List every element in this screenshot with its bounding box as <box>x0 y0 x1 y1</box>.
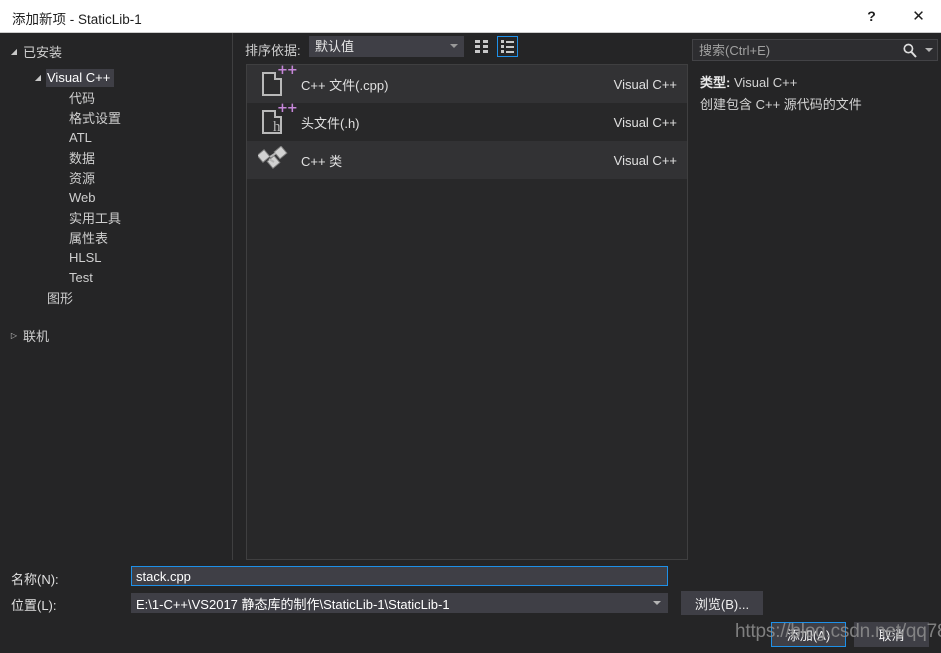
tile-view-icon[interactable] <box>471 36 492 57</box>
detail-type-value: Visual C++ <box>733 75 798 90</box>
tree-node-item[interactable]: Test <box>0 268 232 288</box>
tree-node-item[interactable]: 代码 <box>0 88 232 108</box>
search-box[interactable] <box>692 39 938 61</box>
tree-children-installed: ◢ Visual C++ 代码格式设置 ATL 数据资源 Web 实用工具属性表 HLSL Te… <box>0 68 232 308</box>
tree-node-item[interactable]: Web <box>0 188 232 208</box>
name-input[interactable] <box>131 566 668 586</box>
tree-node-label: 图形 <box>47 291 74 306</box>
tree-node-online[interactable]: ▷ 联机 <box>0 326 232 346</box>
search-icon[interactable] <box>901 42 919 60</box>
details-panel: 类型: Visual C++ 创建包含 C++ 源代码的文件 <box>689 33 941 560</box>
tree-node-label: Web <box>69 190 96 205</box>
tree-node-item[interactable]: HLSL <box>0 248 232 268</box>
cpp-file-icon: ++ <box>255 65 298 100</box>
tree-node-label: 实用工具 <box>69 211 122 226</box>
location-input[interactable] <box>136 594 636 612</box>
search-input[interactable] <box>699 40 889 60</box>
detail-type-label: 类型: <box>700 75 731 90</box>
tree-node-label: 属性表 <box>69 231 109 246</box>
cpp-class-icon <box>255 144 293 176</box>
tree-node-label: 代码 <box>69 91 96 106</box>
add-new-item-dialog: 添加新项 - StaticLib-1 ? ✕ ◢ 已安装 ◢ Visual C++… <box>0 0 941 653</box>
sort-by-value: 默认值 <box>315 39 355 54</box>
plus-plus-icon: ++ <box>277 64 298 78</box>
sort-by-label: 排序依据: <box>245 43 301 58</box>
letter-h-glyph: h <box>273 119 281 135</box>
template-list[interactable]: ++ C++ 文件(.cpp) Visual C++ h ++ 头文件(.h) Visual… <box>246 64 688 560</box>
chevron-down-icon[interactable]: ◢ <box>6 48 22 56</box>
detail-type-row: 类型: Visual C++ <box>700 72 797 91</box>
tree-node-label: 格式设置 <box>69 111 122 126</box>
tree-node-installed[interactable]: ◢ 已安装 <box>0 42 232 62</box>
tree-node-label: 联机 <box>23 329 50 344</box>
header-file-icon: h ++ <box>255 102 298 138</box>
tree-node-label: 资源 <box>69 171 96 186</box>
template-list-item[interactable]: ++ C++ 文件(.cpp) Visual C++ <box>247 65 687 103</box>
tree-node-item[interactable]: 图形 <box>0 288 232 308</box>
name-field-label: 名称(N): <box>11 572 59 587</box>
add-button[interactable]: 添加(A) <box>771 622 846 647</box>
tree-node-item[interactable]: 资源 <box>0 168 232 188</box>
template-item-title: C++ 类 <box>301 153 343 169</box>
close-icon[interactable]: ✕ <box>896 0 941 32</box>
template-toolbar: 排序依据: 默认值 <box>234 33 689 62</box>
chevron-right-icon[interactable]: ▷ <box>6 332 22 340</box>
tree-node-item[interactable]: 属性表 <box>0 228 232 248</box>
template-item-title: 头文件(.h) <box>301 115 360 131</box>
tree-node-item[interactable]: ◢ Visual C++ <box>0 68 232 88</box>
sort-by-dropdown[interactable]: 默认值 <box>309 36 464 57</box>
tree-node-item[interactable]: 格式设置 <box>0 108 232 128</box>
chevron-down-icon[interactable] <box>925 48 933 52</box>
tile-view-glyph <box>475 40 488 53</box>
list-view-icon[interactable] <box>497 36 518 57</box>
help-icon[interactable]: ? <box>849 0 894 32</box>
tree-node-label: ATL <box>69 130 92 145</box>
detail-description: 创建包含 C++ 源代码的文件 <box>700 97 862 112</box>
tree-node-label: 数据 <box>69 151 96 166</box>
cancel-button[interactable]: 取消 <box>854 622 929 647</box>
tree-node-item[interactable]: 实用工具 <box>0 208 232 228</box>
list-view-glyph <box>500 40 515 53</box>
template-item-origin: Visual C++ <box>613 76 677 92</box>
template-list-item[interactable]: h ++ 头文件(.h) Visual C++ <box>247 102 687 141</box>
tree-node-label: Test <box>69 270 93 285</box>
title-bar: 添加新项 - StaticLib-1 ? ✕ <box>0 0 941 33</box>
template-item-origin: Visual C++ <box>613 114 677 130</box>
chevron-down-icon[interactable]: ◢ <box>30 74 46 82</box>
template-item-origin: Visual C++ <box>613 152 677 168</box>
template-list-item[interactable]: C++ 类 Visual C++ <box>247 141 687 179</box>
cpp-class-icon <box>256 145 290 174</box>
dialog-title: 添加新项 - StaticLib-1 <box>12 12 142 27</box>
category-tree-panel: ◢ 已安装 ◢ Visual C++ 代码 格式设置 ATL 数据 资源 Web 实用工具 属性表… <box>0 33 233 560</box>
template-item-title: C++ 文件(.cpp) <box>301 77 389 93</box>
tree-node-label: Visual C++ <box>46 69 115 87</box>
browse-button[interactable]: 浏览(B)... <box>681 591 763 615</box>
plus-plus-icon: ++ <box>277 101 298 116</box>
tree-node-item[interactable]: ATL <box>0 128 232 148</box>
location-field-label: 位置(L): <box>11 598 57 613</box>
location-combobox[interactable] <box>131 593 668 613</box>
tree-node-label: HLSL <box>69 250 102 265</box>
chevron-down-icon[interactable] <box>653 601 661 605</box>
tree-node-label: 已安装 <box>23 45 63 60</box>
chevron-down-icon[interactable] <box>450 44 458 48</box>
tree-node-item[interactable]: 数据 <box>0 148 232 168</box>
